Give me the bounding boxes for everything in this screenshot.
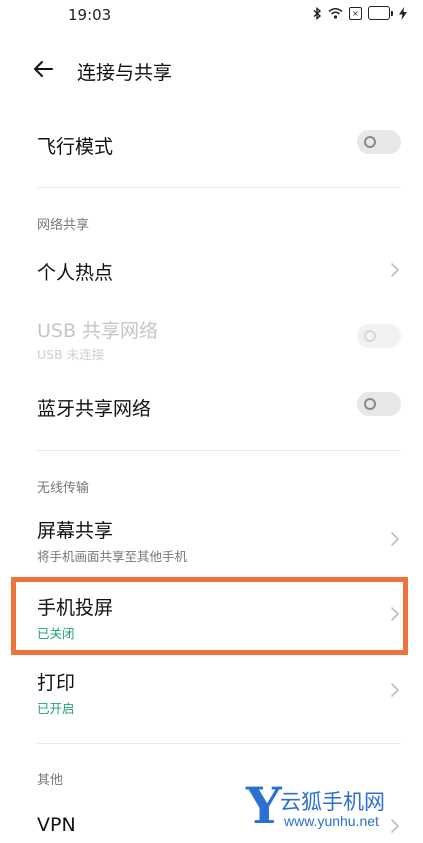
bluetooth-tethering-toggle[interactable] bbox=[357, 392, 401, 416]
section-label-wireless: 无线传输 bbox=[37, 481, 90, 496]
usb-tethering-row: USB 共享网络 USB 未连接 bbox=[0, 308, 423, 368]
page-title: 连接与共享 bbox=[77, 62, 173, 84]
watermark-logo-letter: Y bbox=[246, 776, 282, 835]
section-label-network-sharing: 网络共享 bbox=[37, 218, 90, 233]
bluetooth-tethering-row[interactable]: 蓝牙共享网络 bbox=[0, 378, 423, 432]
airplane-mode-row[interactable]: 飞行模式 bbox=[0, 116, 423, 170]
hotspot-label: 个人热点 bbox=[37, 262, 114, 284]
back-arrow-icon bbox=[34, 61, 53, 77]
screen-share-subtitle: 将手机画面共享至其他手机 bbox=[37, 549, 188, 564]
section-label-other: 其他 bbox=[37, 773, 64, 788]
status-icons: × bbox=[313, 6, 407, 20]
toggle-knob bbox=[364, 136, 376, 148]
divider bbox=[37, 743, 401, 744]
chevron-right-icon bbox=[391, 532, 399, 546]
airplane-mode-toggle[interactable] bbox=[357, 130, 401, 154]
usb-tethering-subtitle: USB 未连接 bbox=[37, 347, 105, 362]
chevron-right-icon bbox=[391, 263, 399, 277]
vpn-label: VPN bbox=[37, 814, 76, 836]
watermark-brand: 云狐手机网 bbox=[280, 790, 385, 814]
screen-share-row[interactable]: 屏幕共享 将手机画面共享至其他手机 bbox=[0, 510, 423, 572]
wifi-icon bbox=[328, 8, 343, 19]
print-label: 打印 bbox=[37, 672, 76, 694]
airplane-mode-label: 飞行模式 bbox=[37, 136, 114, 158]
usb-tethering-label: USB 共享网络 bbox=[37, 320, 159, 342]
status-time: 19:03 bbox=[68, 6, 112, 24]
watermark-url: www.yunhu.net bbox=[284, 813, 379, 829]
chevron-right-icon bbox=[391, 683, 399, 697]
toggle-knob bbox=[364, 398, 376, 410]
highlight-frame bbox=[11, 577, 408, 655]
watermark: Y 云狐手机网 www.yunhu.net bbox=[246, 776, 416, 836]
usb-tethering-toggle bbox=[357, 324, 401, 348]
screen-share-label: 屏幕共享 bbox=[37, 520, 114, 542]
status-bar: 19:03 × bbox=[0, 0, 423, 30]
divider bbox=[37, 450, 401, 451]
print-status: 已开启 bbox=[37, 701, 75, 716]
battery-icon bbox=[368, 6, 393, 20]
divider bbox=[37, 187, 401, 188]
bluetooth-icon bbox=[313, 6, 322, 20]
hotspot-row[interactable]: 个人热点 bbox=[0, 244, 423, 296]
toggle-knob bbox=[364, 330, 376, 342]
bluetooth-tethering-label: 蓝牙共享网络 bbox=[37, 398, 152, 420]
sim-icon: × bbox=[349, 6, 362, 20]
charging-icon bbox=[399, 6, 407, 20]
back-button[interactable] bbox=[30, 56, 56, 82]
header: 连接与共享 bbox=[0, 48, 423, 90]
print-row[interactable]: 打印 已开启 bbox=[0, 662, 423, 724]
